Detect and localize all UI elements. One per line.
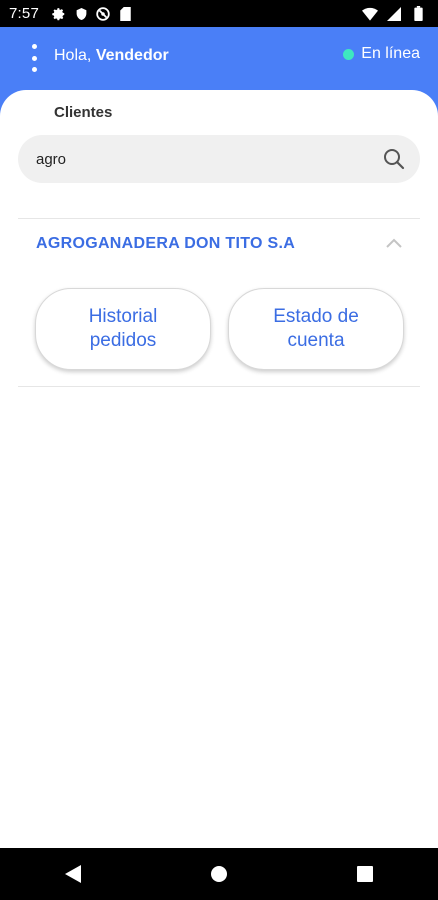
divider [18, 218, 420, 219]
search-input[interactable] [34, 149, 382, 169]
connection-status: En línea [343, 45, 420, 63]
account-statement-button[interactable]: Estado de cuenta [228, 288, 404, 370]
do-not-disturb-icon [95, 6, 111, 22]
chevron-up-icon[interactable] [386, 238, 402, 250]
content-sheet: Clientes AGROGANADERA DON TITO S.A Histo… [0, 90, 438, 848]
home-icon[interactable] [199, 854, 239, 894]
signal-icon [386, 6, 402, 22]
greeting-prefix: Hola, [54, 47, 92, 64]
system-nav-bar [0, 848, 438, 900]
back-icon[interactable] [53, 854, 93, 894]
shield-icon [73, 6, 89, 22]
client-name[interactable]: AGROGANADERA DON TITO S.A [36, 235, 295, 253]
section-title: Clientes [54, 104, 113, 121]
overflow-menu-icon[interactable] [24, 44, 44, 72]
search-bar[interactable] [18, 135, 420, 183]
status-right-icons [358, 6, 430, 22]
settings-icon [51, 6, 67, 22]
greeting: Hola, Vendedor [54, 47, 169, 65]
battery-icon [410, 6, 426, 22]
connection-status-label: En línea [361, 45, 420, 62]
recents-icon[interactable] [345, 854, 385, 894]
status-time: 7:57 [9, 5, 39, 22]
order-history-button[interactable]: Historial pedidos [35, 288, 211, 370]
online-indicator-icon [343, 48, 355, 60]
sim-card-icon [117, 6, 133, 22]
search-icon[interactable] [382, 147, 406, 171]
status-bar: 7:57 [0, 0, 438, 27]
user-name: Vendedor [95, 47, 169, 64]
wifi-icon [362, 6, 378, 22]
divider [18, 386, 420, 387]
